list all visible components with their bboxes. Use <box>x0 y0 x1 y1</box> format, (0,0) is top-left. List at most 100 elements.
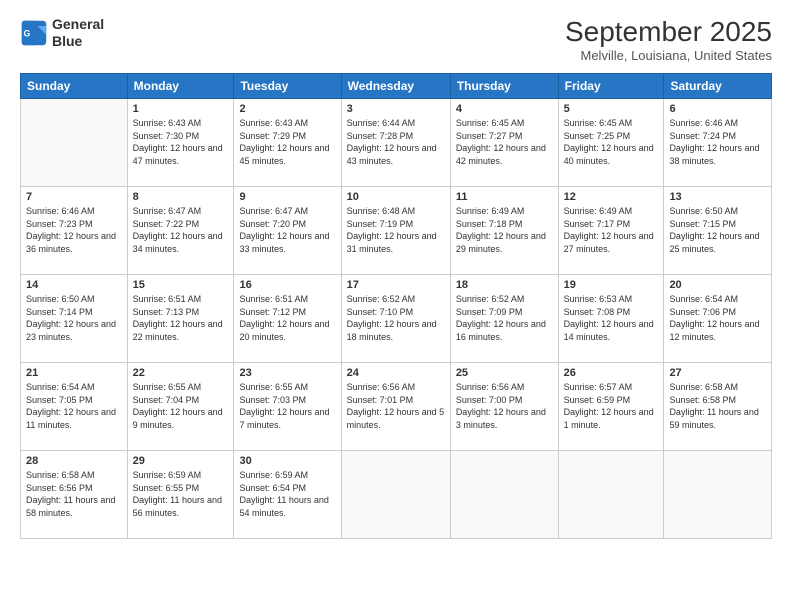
day-info: Sunrise: 6:52 AMSunset: 7:10 PMDaylight:… <box>347 293 445 343</box>
calendar-cell: 21 Sunrise: 6:54 AMSunset: 7:05 PMDayligh… <box>21 363 128 451</box>
header: G General Blue September 2025 Melville, … <box>20 16 772 63</box>
logo-icon: G <box>20 19 48 47</box>
day-info: Sunrise: 6:51 AMSunset: 7:13 PMDaylight:… <box>133 293 229 343</box>
svg-text:G: G <box>24 28 31 38</box>
day-number: 26 <box>564 367 659 379</box>
day-number: 18 <box>456 279 553 291</box>
day-number: 28 <box>26 455 122 467</box>
day-number: 16 <box>239 279 335 291</box>
calendar-cell <box>21 99 128 187</box>
week-row-2: 14Sunrise: 6:50 AMSunset: 7:14 PMDayligh… <box>21 275 772 363</box>
day-info: Sunrise: 6:47 AMSunset: 7:20 PMDaylight:… <box>239 205 335 255</box>
page: G General Blue September 2025 Melville, … <box>0 0 792 612</box>
day-info: Sunrise: 6:51 AMSunset: 7:12 PMDaylight:… <box>239 293 335 343</box>
calendar-cell: 1Sunrise: 6:43 AMSunset: 7:30 PMDaylight… <box>127 99 234 187</box>
day-number: 6 <box>669 103 766 115</box>
calendar-cell: 27 Sunrise: 6:58 AMSunset: 6:58 PMDayligh… <box>664 363 772 451</box>
day-info: Sunrise: 6:45 AMSunset: 7:27 PMDaylight:… <box>456 117 553 167</box>
day-info: Sunrise: 6:50 AMSunset: 7:14 PMDaylight:… <box>26 293 122 343</box>
day-info: Sunrise: 6:49 AMSunset: 7:18 PMDaylight:… <box>456 205 553 255</box>
day-number: 13 <box>669 191 766 203</box>
day-number: 19 <box>564 279 659 291</box>
day-number: 27 <box>669 367 766 379</box>
calendar-cell: 24 Sunrise: 6:56 AMSunset: 7:01 PMDayligh… <box>341 363 450 451</box>
day-number: 11 <box>456 191 553 203</box>
day-info: Sunrise: 6:55 AMSunset: 7:04 PMDaylight:… <box>133 381 229 431</box>
calendar-cell: 29 Sunrise: 6:59 AMSunset: 6:55 PMDayligh… <box>127 451 234 539</box>
day-info: Sunrise: 6:50 AMSunset: 7:15 PMDaylight:… <box>669 205 766 255</box>
calendar-cell: 10Sunrise: 6:48 AMSunset: 7:19 PMDayligh… <box>341 187 450 275</box>
day-number: 8 <box>133 191 229 203</box>
weekday-header-thursday: Thursday <box>450 74 558 99</box>
calendar-cell <box>558 451 664 539</box>
day-number: 12 <box>564 191 659 203</box>
calendar-cell <box>341 451 450 539</box>
day-info: Sunrise: 6:54 AMSunset: 7:05 PMDaylight:… <box>26 381 122 431</box>
weekday-header-row: SundayMondayTuesdayWednesdayThursdayFrid… <box>21 74 772 99</box>
day-info: Sunrise: 6:58 AMSunset: 6:56 PMDaylight:… <box>26 469 122 519</box>
calendar-cell: 18Sunrise: 6:52 AMSunset: 7:09 PMDayligh… <box>450 275 558 363</box>
calendar-cell: 4 Sunrise: 6:45 AMSunset: 7:27 PMDaylight… <box>450 99 558 187</box>
day-info: Sunrise: 6:46 AMSunset: 7:23 PMDaylight:… <box>26 205 122 255</box>
calendar-cell: 16 Sunrise: 6:51 AMSunset: 7:12 PMDayligh… <box>234 275 341 363</box>
day-number: 17 <box>347 279 445 291</box>
calendar-table: SundayMondayTuesdayWednesdayThursdayFrid… <box>20 73 772 539</box>
day-number: 7 <box>26 191 122 203</box>
calendar-cell: 2Sunrise: 6:43 AMSunset: 7:29 PMDaylight… <box>234 99 341 187</box>
day-info: Sunrise: 6:53 AMSunset: 7:08 PMDaylight:… <box>564 293 659 343</box>
logo: G General Blue <box>20 16 104 50</box>
day-number: 21 <box>26 367 122 379</box>
day-info: Sunrise: 6:57 AMSunset: 6:59 PMDaylight:… <box>564 381 659 431</box>
day-info: Sunrise: 6:43 AMSunset: 7:29 PMDaylight:… <box>239 117 335 167</box>
day-info: Sunrise: 6:46 AMSunset: 7:24 PMDaylight:… <box>669 117 766 167</box>
day-info: Sunrise: 6:56 AMSunset: 7:00 PMDaylight:… <box>456 381 553 431</box>
calendar-cell: 13 Sunrise: 6:50 AMSunset: 7:15 PMDayligh… <box>664 187 772 275</box>
calendar-cell: 26 Sunrise: 6:57 AMSunset: 6:59 PMDayligh… <box>558 363 664 451</box>
day-number: 9 <box>239 191 335 203</box>
calendar-cell: 5Sunrise: 6:45 AMSunset: 7:25 PMDaylight… <box>558 99 664 187</box>
calendar-cell: 7 Sunrise: 6:46 AMSunset: 7:23 PMDaylight… <box>21 187 128 275</box>
calendar-cell: 20Sunrise: 6:54 AMSunset: 7:06 PMDayligh… <box>664 275 772 363</box>
day-number: 15 <box>133 279 229 291</box>
weekday-header-monday: Monday <box>127 74 234 99</box>
weekday-header-sunday: Sunday <box>21 74 128 99</box>
day-info: Sunrise: 6:44 AMSunset: 7:28 PMDaylight:… <box>347 117 445 167</box>
week-row-0: 1Sunrise: 6:43 AMSunset: 7:30 PMDaylight… <box>21 99 772 187</box>
calendar-cell: 9 Sunrise: 6:47 AMSunset: 7:20 PMDaylight… <box>234 187 341 275</box>
week-row-3: 21 Sunrise: 6:54 AMSunset: 7:05 PMDayligh… <box>21 363 772 451</box>
calendar-cell: 3Sunrise: 6:44 AMSunset: 7:28 PMDaylight… <box>341 99 450 187</box>
day-info: Sunrise: 6:56 AMSunset: 7:01 PMDaylight:… <box>347 381 445 431</box>
day-info: Sunrise: 6:59 AMSunset: 6:55 PMDaylight:… <box>133 469 229 519</box>
month-title: September 2025 <box>565 16 772 48</box>
day-number: 25 <box>456 367 553 379</box>
calendar-cell: 11 Sunrise: 6:49 AMSunset: 7:18 PMDayligh… <box>450 187 558 275</box>
day-info: Sunrise: 6:55 AMSunset: 7:03 PMDaylight:… <box>239 381 335 431</box>
calendar-cell: 6 Sunrise: 6:46 AMSunset: 7:24 PMDaylight… <box>664 99 772 187</box>
calendar-cell: 19 Sunrise: 6:53 AMSunset: 7:08 PMDayligh… <box>558 275 664 363</box>
day-info: Sunrise: 6:59 AMSunset: 6:54 PMDaylight:… <box>239 469 335 519</box>
day-info: Sunrise: 6:45 AMSunset: 7:25 PMDaylight:… <box>564 117 659 167</box>
day-number: 1 <box>133 103 229 115</box>
day-number: 24 <box>347 367 445 379</box>
calendar-cell: 23Sunrise: 6:55 AMSunset: 7:03 PMDayligh… <box>234 363 341 451</box>
day-info: Sunrise: 6:58 AMSunset: 6:58 PMDaylight:… <box>669 381 766 431</box>
week-row-4: 28 Sunrise: 6:58 AMSunset: 6:56 PMDayligh… <box>21 451 772 539</box>
logo-line2: Blue <box>52 33 104 50</box>
calendar-cell: 17 Sunrise: 6:52 AMSunset: 7:10 PMDayligh… <box>341 275 450 363</box>
calendar-cell: 25 Sunrise: 6:56 AMSunset: 7:00 PMDayligh… <box>450 363 558 451</box>
day-info: Sunrise: 6:49 AMSunset: 7:17 PMDaylight:… <box>564 205 659 255</box>
location: Melville, Louisiana, United States <box>565 48 772 63</box>
day-info: Sunrise: 6:47 AMSunset: 7:22 PMDaylight:… <box>133 205 229 255</box>
day-number: 29 <box>133 455 229 467</box>
calendar-cell: 28 Sunrise: 6:58 AMSunset: 6:56 PMDayligh… <box>21 451 128 539</box>
calendar-cell: 22Sunrise: 6:55 AMSunset: 7:04 PMDayligh… <box>127 363 234 451</box>
weekday-header-friday: Friday <box>558 74 664 99</box>
calendar-cell <box>664 451 772 539</box>
day-info: Sunrise: 6:48 AMSunset: 7:19 PMDaylight:… <box>347 205 445 255</box>
day-number: 20 <box>669 279 766 291</box>
weekday-header-saturday: Saturday <box>664 74 772 99</box>
calendar-cell: 8 Sunrise: 6:47 AMSunset: 7:22 PMDaylight… <box>127 187 234 275</box>
day-number: 4 <box>456 103 553 115</box>
logo-line1: General <box>52 16 104 33</box>
week-row-1: 7 Sunrise: 6:46 AMSunset: 7:23 PMDaylight… <box>21 187 772 275</box>
